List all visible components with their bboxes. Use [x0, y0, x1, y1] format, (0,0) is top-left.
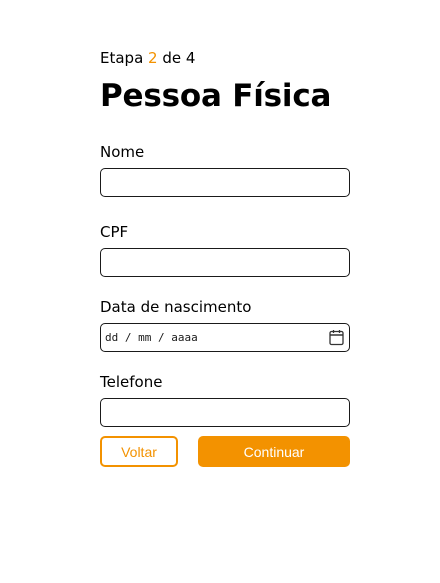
- continue-button[interactable]: Continuar: [198, 436, 350, 467]
- back-button[interactable]: Voltar: [100, 436, 178, 467]
- step-middle: de: [162, 49, 182, 67]
- name-label: Nome: [100, 143, 145, 161]
- name-field-group: Nome: [100, 142, 350, 197]
- name-input[interactable]: [100, 168, 350, 197]
- page-title: Pessoa Física: [100, 78, 332, 114]
- form-actions: Voltar Continuar: [100, 436, 350, 467]
- phone-field-group: Telefone: [100, 372, 350, 427]
- registration-form: Etapa 2 de 4 Pessoa Física Nome CPF Data…: [100, 48, 350, 427]
- step-prefix: Etapa: [100, 49, 144, 67]
- birthdate-placeholder: dd / mm / aaaa: [105, 331, 198, 344]
- calendar-icon[interactable]: [329, 329, 344, 346]
- birthdate-field-group: Data de nascimento dd / mm / aaaa: [100, 297, 350, 352]
- step-indicator: Etapa 2 de 4: [100, 48, 350, 68]
- birthdate-input[interactable]: dd / mm / aaaa: [100, 323, 350, 352]
- cpf-field-group: CPF: [100, 222, 350, 277]
- step-total: 4: [185, 49, 196, 67]
- cpf-label: CPF: [100, 223, 129, 241]
- phone-label: Telefone: [100, 373, 163, 391]
- birthdate-label: Data de nascimento: [100, 298, 252, 316]
- cpf-input[interactable]: [100, 248, 350, 277]
- step-current: 2: [148, 49, 158, 67]
- phone-input[interactable]: [100, 398, 350, 427]
